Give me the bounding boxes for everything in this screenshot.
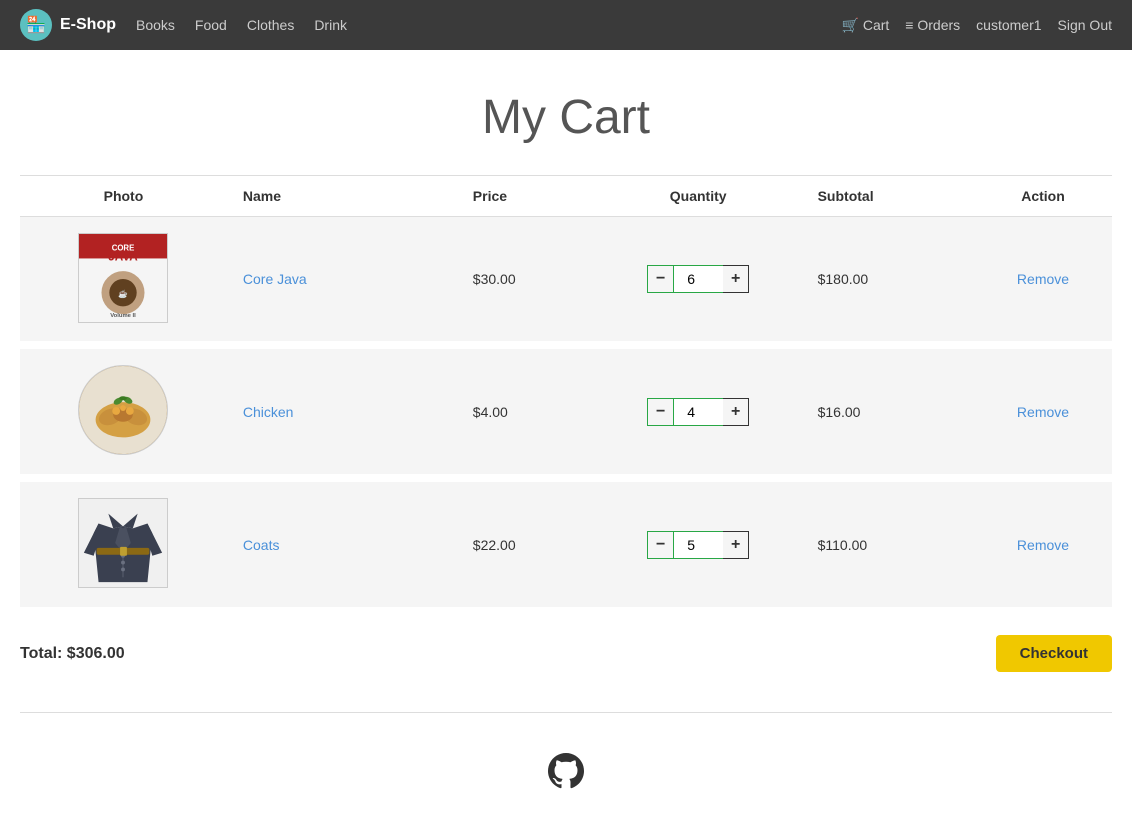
col-header-action: Action <box>974 176 1112 217</box>
page-title: My Cart <box>0 90 1132 145</box>
table-row: Coats $22.00 − + $110.00 Remove <box>20 478 1112 611</box>
product-action-cell: Remove <box>974 345 1112 478</box>
table-row: Chicken $4.00 − + $16.00 Remove <box>20 345 1112 478</box>
nav-clothes[interactable]: Clothes <box>247 17 294 33</box>
nav-drink[interactable]: Drink <box>314 17 347 33</box>
page-footer <box>0 733 1132 817</box>
product-subtotal-cell: $180.00 <box>802 217 974 346</box>
product-name-cell: Coats <box>227 478 457 611</box>
checkout-button[interactable]: Checkout <box>996 635 1112 672</box>
cart-container: Photo Name Price Quantity Subtotal Actio… <box>0 175 1132 615</box>
brand-name: E-Shop <box>60 16 116 34</box>
product-action-cell: Remove <box>974 478 1112 611</box>
quantity-control: − + <box>611 265 786 293</box>
product-name-cell: Core Java <box>227 217 457 346</box>
remove-link[interactable]: Remove <box>1017 271 1069 287</box>
orders-link[interactable]: ≡ Orders <box>905 17 960 33</box>
product-price-cell: $22.00 <box>457 478 595 611</box>
username: customer1 <box>976 17 1041 33</box>
product-subtotal-cell: $16.00 <box>802 345 974 478</box>
cart-icon: 🛒 <box>842 17 859 33</box>
signout-link[interactable]: Sign Out <box>1058 17 1112 33</box>
product-image <box>78 498 168 588</box>
cart-label: Cart <box>863 17 889 33</box>
col-header-photo: Photo <box>20 176 227 217</box>
product-image: CORE JAVA ☕ Volume II <box>78 233 168 323</box>
quantity-decrease-button[interactable]: − <box>647 531 673 559</box>
product-photo-cell: CORE JAVA ☕ Volume II <box>20 217 227 346</box>
orders-icon: ≡ <box>905 17 913 33</box>
svg-text:JAVA: JAVA <box>109 250 139 263</box>
nav-links: Books Food Clothes Drink <box>136 17 842 33</box>
cart-footer: Total: $306.00 Checkout <box>0 615 1132 692</box>
quantity-increase-button[interactable]: + <box>723 265 749 293</box>
quantity-increase-button[interactable]: + <box>723 398 749 426</box>
orders-label: Orders <box>917 17 960 33</box>
quantity-input[interactable] <box>673 531 723 559</box>
quantity-input[interactable] <box>673 265 723 293</box>
product-photo-cell <box>20 345 227 478</box>
product-name-link[interactable]: Core Java <box>243 271 307 287</box>
navbar: 🏪 E-Shop Books Food Clothes Drink 🛒 Cart… <box>0 0 1132 50</box>
nav-books[interactable]: Books <box>136 17 175 33</box>
col-header-name: Name <box>227 176 457 217</box>
remove-link[interactable]: Remove <box>1017 537 1069 553</box>
navbar-right: 🛒 Cart ≡ Orders customer1 Sign Out <box>842 17 1112 34</box>
product-subtotal-cell: $110.00 <box>802 478 974 611</box>
page-divider <box>20 712 1112 713</box>
product-quantity-cell: − + <box>595 345 802 478</box>
product-name-link[interactable]: Chicken <box>243 404 294 420</box>
col-header-quantity: Quantity <box>595 176 802 217</box>
quantity-decrease-button[interactable]: − <box>647 398 673 426</box>
total-label: Total: $306.00 <box>20 645 125 663</box>
cart-link[interactable]: 🛒 Cart <box>842 17 890 34</box>
col-header-subtotal: Subtotal <box>802 176 974 217</box>
quantity-control: − + <box>611 531 786 559</box>
product-name-link[interactable]: Coats <box>243 537 280 553</box>
product-action-cell: Remove <box>974 217 1112 346</box>
nav-food[interactable]: Food <box>195 17 227 33</box>
quantity-input[interactable] <box>673 398 723 426</box>
page-title-section: My Cart <box>0 50 1132 175</box>
col-header-price: Price <box>457 176 595 217</box>
product-quantity-cell: − + <box>595 217 802 346</box>
product-price-cell: $4.00 <box>457 345 595 478</box>
table-header-row: Photo Name Price Quantity Subtotal Actio… <box>20 176 1112 217</box>
product-quantity-cell: − + <box>595 478 802 611</box>
quantity-control: − + <box>611 398 786 426</box>
table-row: CORE JAVA ☕ Volume II Core Java $30.00 −… <box>20 217 1112 346</box>
product-image <box>78 365 168 455</box>
svg-text:☕: ☕ <box>119 289 129 299</box>
cart-table: Photo Name Price Quantity Subtotal Actio… <box>20 175 1112 615</box>
product-price-cell: $30.00 <box>457 217 595 346</box>
svg-text:Volume II: Volume II <box>111 313 137 319</box>
remove-link[interactable]: Remove <box>1017 404 1069 420</box>
product-name-cell: Chicken <box>227 345 457 478</box>
quantity-decrease-button[interactable]: − <box>647 265 673 293</box>
quantity-increase-button[interactable]: + <box>723 531 749 559</box>
brand-icon: 🏪 <box>20 9 52 41</box>
brand[interactable]: 🏪 E-Shop <box>20 9 116 41</box>
product-photo-cell <box>20 478 227 611</box>
